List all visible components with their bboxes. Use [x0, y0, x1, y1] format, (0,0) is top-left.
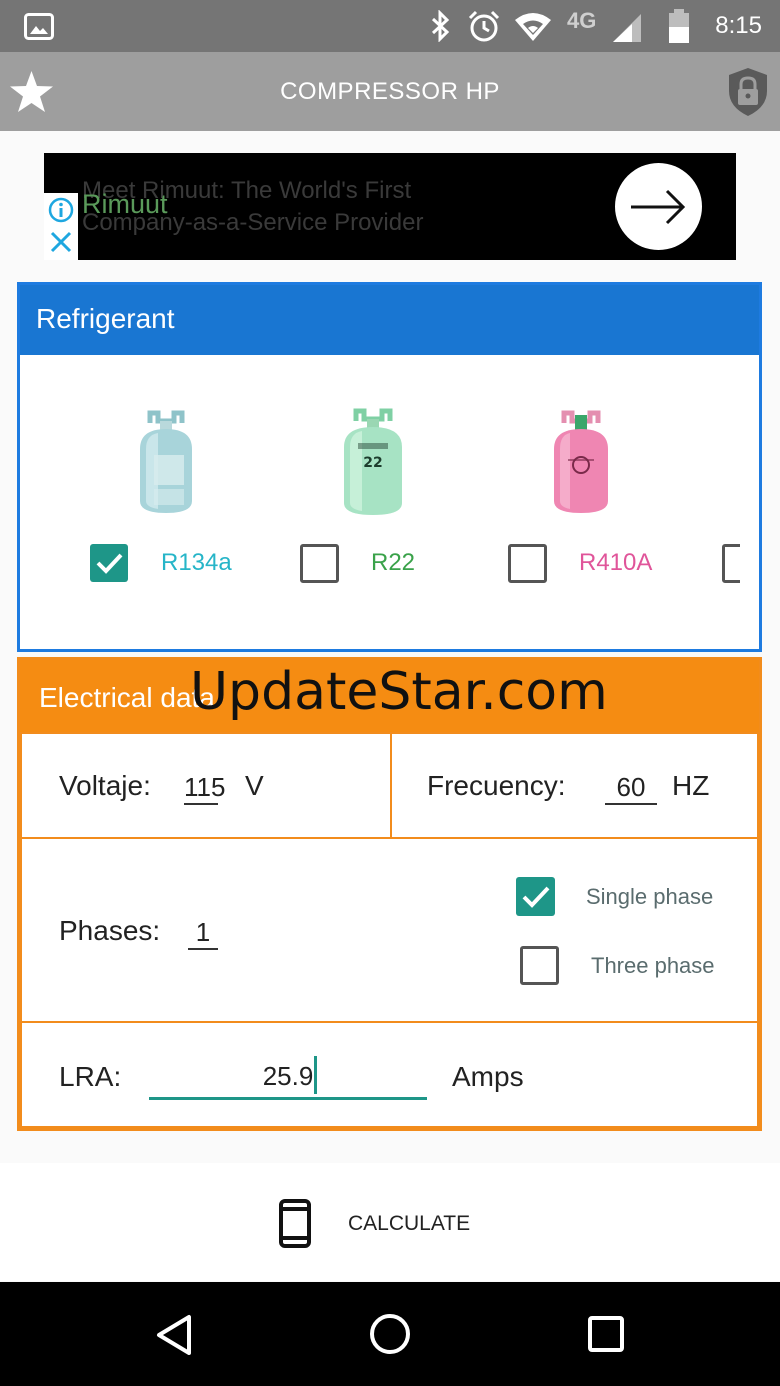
alarm-icon: [468, 10, 500, 42]
lra-input[interactable]: 25.9: [149, 1053, 427, 1100]
electrical-header-label: Electrical data: [39, 682, 215, 713]
three-phase-checkbox[interactable]: [520, 946, 559, 985]
check-icon: [96, 553, 123, 574]
check-icon: [522, 886, 550, 908]
voltage-unit: V: [245, 770, 264, 801]
arrow-right-icon: [631, 189, 686, 225]
frequency-label: Frecuency:: [427, 770, 566, 801]
r22-checkbox[interactable]: [300, 544, 339, 583]
three-phase-label: Three phase: [591, 953, 715, 978]
status-bar: 4G 8:15: [0, 0, 780, 52]
frequency-unit: HZ: [672, 770, 710, 801]
recents-icon[interactable]: [587, 1315, 625, 1353]
frequency-input[interactable]: 60: [605, 772, 657, 805]
info-icon[interactable]: [48, 197, 74, 223]
app-title: COMPRESSOR HP: [280, 78, 500, 105]
back-icon[interactable]: [154, 1314, 194, 1356]
divider: [20, 355, 759, 358]
partial-checkbox[interactable]: [722, 544, 740, 583]
ad-banner[interactable]: Meet Rimuut: The World's First Company-a…: [44, 153, 736, 260]
clock: 8:15: [715, 12, 762, 39]
r410a-checkbox[interactable]: [508, 544, 547, 583]
cell-signal-icon: [613, 14, 641, 42]
watermark: UpdateStar.com: [190, 662, 608, 722]
lra-cell: LRA: 25.9 Amps: [20, 1021, 759, 1128]
voltage-input[interactable]: 115: [184, 772, 225, 805]
calculate-button[interactable]: CALCULATE: [348, 1212, 470, 1236]
refrigerant-header-label: Refrigerant: [36, 303, 175, 334]
network-type-label: 4G: [567, 8, 597, 33]
single-phase-label: Single phase: [586, 884, 714, 909]
lra-unit: Amps: [452, 1061, 524, 1092]
r410a-label: R410A: [579, 549, 653, 576]
frequency-cell: Frecuency: 60 HZ: [390, 732, 759, 839]
calculate-bar[interactable]: CALCULATE: [0, 1163, 780, 1281]
svg-text:22: 22: [363, 455, 382, 471]
gallery-notification-icon: [24, 13, 54, 40]
voltage-label: Voltaje:: [59, 770, 151, 801]
text-cursor: [314, 1056, 317, 1094]
ad-brand: Rimuut: [82, 189, 168, 219]
r134a-checkbox[interactable]: [90, 544, 128, 582]
ad-choices[interactable]: [44, 193, 78, 260]
app-bar: COMPRESSOR HP: [0, 52, 780, 131]
r410a-cylinder-image: [554, 410, 608, 513]
bluetooth-icon: [431, 10, 450, 42]
r134a-cylinder-image: [140, 410, 192, 513]
refrigerant-header: Refrigerant: [20, 285, 759, 355]
voltage-cell: Voltaje: 115 V: [20, 732, 392, 839]
ad-go-button[interactable]: [615, 163, 702, 250]
close-icon[interactable]: [50, 231, 72, 253]
battery-icon: [669, 9, 689, 43]
home-icon[interactable]: [369, 1313, 411, 1355]
navigation-bar: [0, 1282, 780, 1386]
r134a-label: R134a: [161, 549, 232, 576]
phases-cell: Phases: 1 Single phase Three phase: [20, 837, 759, 1023]
phases-input[interactable]: 1: [188, 917, 218, 950]
electrical-panel: Electrical data Voltaje: 115 V Frecuency…: [17, 657, 762, 1131]
wifi-icon: [515, 13, 551, 41]
r22-cylinder-image: 22: [344, 408, 402, 515]
refrigerant-panel: Refrigerant 22 R134a R22 R410A: [17, 282, 762, 652]
r22-label: R22: [371, 549, 416, 576]
phases-label: Phases:: [59, 915, 161, 946]
lra-label: LRA:: [59, 1061, 122, 1092]
single-phase-checkbox[interactable]: [516, 877, 555, 916]
phone-icon: [279, 1199, 311, 1248]
lock-shield-icon[interactable]: [727, 67, 769, 117]
